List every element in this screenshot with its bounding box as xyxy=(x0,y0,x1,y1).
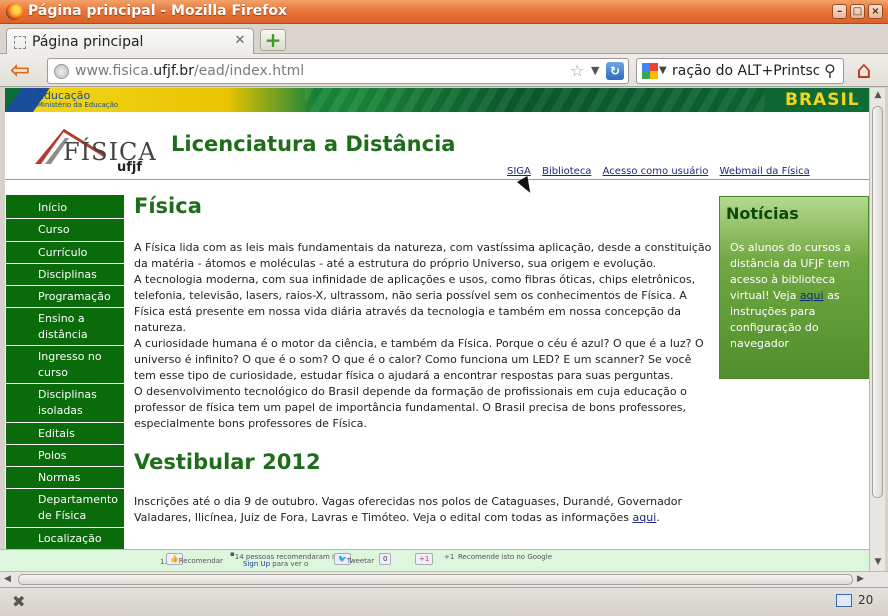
government-bar: Educação Ministério da Educação BRASIL xyxy=(5,88,869,112)
logo-ufjf-text: ufjf xyxy=(117,160,143,175)
search-input[interactable]: ração do ALT+Printscr xyxy=(672,63,826,79)
fisica-paragraph-2: A tecnologia moderna, com sua infinidade… xyxy=(134,273,696,334)
minimize-button[interactable]: – xyxy=(832,4,847,19)
gov-ministry-label[interactable]: Ministério da Educação xyxy=(37,101,118,109)
link-acesso-usuario[interactable]: Acesso como usuário xyxy=(603,166,709,177)
section-title-fisica: Física xyxy=(134,194,202,218)
fisica-paragraph-1: A Física lida com as leis mais fundament… xyxy=(134,241,712,270)
navigation-toolbar: ⇦ www.fisica.ufjf.br/ead/index.html ☆ ▼ … xyxy=(0,54,888,87)
url-history-dropdown-icon[interactable]: ▼ xyxy=(591,64,599,77)
facebook-signup-link[interactable]: Sign Up xyxy=(243,560,270,568)
sidebar-item-departamento[interactable]: Departamento de Física xyxy=(6,489,124,528)
new-tab-button[interactable]: + xyxy=(260,29,286,51)
mail-count: 20 xyxy=(858,593,874,607)
tweet-count: 0 xyxy=(379,553,392,565)
scroll-down-arrow-icon[interactable]: ▼ xyxy=(872,557,884,569)
facebook-signup-line: Sign Up para ver o xyxy=(243,560,309,568)
scroll-up-arrow-icon[interactable]: ▲ xyxy=(872,90,884,102)
facebook-recommend-button[interactable]: 👍 Recomendar xyxy=(166,553,223,565)
fisica-paragraph-3: A curiosidade humana é o motor da ciênci… xyxy=(134,337,704,382)
url-text[interactable]: www.fisica.ufjf.br/ead/index.html xyxy=(75,63,304,79)
window-title: Página principal - Mozilla Firefox xyxy=(28,3,287,19)
fisica-ufjf-logo[interactable]: FÍSICA ufjf xyxy=(25,116,157,176)
sidebar-item-curriculo[interactable]: Currículo xyxy=(6,242,124,264)
site-identity-icon[interactable] xyxy=(54,64,69,79)
search-icon[interactable]: ⚲ xyxy=(819,60,841,82)
sidebar-item-curso[interactable]: Curso xyxy=(6,219,124,242)
sidebar-item-inicio[interactable]: Início xyxy=(6,197,124,219)
mail-icon[interactable] xyxy=(836,594,852,607)
header-links: SIGA Biblioteca Acesso como usuário Webm… xyxy=(507,166,818,177)
news-body: Os alunos do cursos a distância da UFJF … xyxy=(730,241,851,350)
close-window-button[interactable]: × xyxy=(868,4,883,19)
tab-label: Página principal xyxy=(32,34,144,50)
sidebar-item-ensino-distancia[interactable]: Ensino a distância xyxy=(6,308,124,346)
vestibular-aqui-link[interactable]: aqui xyxy=(633,511,657,524)
page-favicon-icon xyxy=(14,36,26,49)
close-tab-icon[interactable]: ✕ xyxy=(233,34,247,48)
horizontal-scrollbar[interactable]: ◀ ▶ xyxy=(0,571,888,587)
google-recommend-label: Recomende isto no Google xyxy=(458,553,552,561)
scroll-left-arrow-icon[interactable]: ◀ xyxy=(4,574,11,584)
sidebar-item-localizacao[interactable]: Localização xyxy=(6,528,124,549)
scroll-right-arrow-icon[interactable]: ▶ xyxy=(857,574,864,584)
google-plus-one-button[interactable]: +1 xyxy=(415,553,434,565)
sidebar-item-normas[interactable]: Normas xyxy=(6,467,124,489)
news-box: Notícias Os alunos do cursos a distância… xyxy=(719,196,869,379)
sidebar-item-polos[interactable]: Polos xyxy=(6,445,124,467)
sidebar-item-programacao[interactable]: Programação xyxy=(6,286,124,308)
news-aqui-link[interactable]: aqui xyxy=(800,289,824,302)
sidebar-item-ingresso[interactable]: Ingresso no curso xyxy=(6,346,124,384)
brasil-logo[interactable]: BRASIL xyxy=(785,90,860,110)
site-header: FÍSICA ufjf Licenciatura a Distância SIG… xyxy=(5,112,869,180)
sidebar-item-disciplinas-isoladas[interactable]: Disciplinas isoladas xyxy=(6,384,124,423)
bookmark-star-icon[interactable]: ☆ xyxy=(570,61,584,80)
sidebar-item-disciplinas[interactable]: Disciplinas xyxy=(6,264,124,286)
news-title: Notícias xyxy=(726,204,799,223)
search-bar[interactable]: ▼ ração do ALT+Printscr ⚲ xyxy=(636,58,844,84)
tweet-button[interactable]: 🐦 Tweetar xyxy=(334,553,374,565)
maximize-button[interactable]: □ xyxy=(850,4,865,19)
link-webmail[interactable]: Webmail da Física xyxy=(720,166,810,177)
fisica-text-block: A Física lida com as leis mais fundament… xyxy=(134,240,716,432)
reload-icon[interactable]: ↻ xyxy=(606,62,624,80)
fisica-paragraph-4: O desenvolvimento tecnológico do Brasil … xyxy=(134,385,687,430)
status-bar: ✖ 20 xyxy=(0,587,888,616)
back-arrow-icon[interactable]: ⇦ xyxy=(10,58,38,84)
firefox-icon xyxy=(6,3,23,20)
section-title-vestibular: Vestibular 2012 xyxy=(134,450,321,474)
google-icon[interactable] xyxy=(642,63,658,79)
search-engine-dropdown-icon[interactable]: ▼ xyxy=(659,65,667,76)
vertical-scroll-thumb[interactable] xyxy=(872,106,883,498)
tab-pagina-principal[interactable]: Página principal ✕ xyxy=(6,28,254,55)
url-bar[interactable]: www.fisica.ufjf.br/ead/index.html ☆ ▼ ↻ xyxy=(47,58,629,84)
google-plus-one-count: +1 xyxy=(444,553,455,561)
home-icon[interactable]: ⌂ xyxy=(850,57,878,83)
logo-fisica-text: FÍSICA xyxy=(63,138,157,166)
vestibular-paragraph: Inscrições até o dia 9 de outubro. Vagas… xyxy=(134,495,683,524)
site-title: Licenciatura a Distância xyxy=(171,132,456,156)
social-share-bar: 1. 👍 Recomendar ▪ 14 pessoas recomendara… xyxy=(0,549,869,571)
sidebar-item-editais[interactable]: Editais xyxy=(6,423,124,445)
horizontal-scroll-thumb[interactable] xyxy=(18,574,853,585)
sidebar-menu: Início Curso Currículo Disciplinas Progr… xyxy=(6,195,124,549)
tab-strip: Página principal ✕ + xyxy=(0,24,888,55)
close-status-icon[interactable]: ✖ xyxy=(12,592,25,611)
vertical-scrollbar[interactable]: ▲ ▼ xyxy=(869,88,885,571)
facebook-recommend-count: ▪ 14 pessoas recomendaram isso. xyxy=(230,550,348,561)
page-viewport: Educação Ministério da Educação BRASIL F… xyxy=(5,88,869,549)
gov-bar-stripes xyxy=(305,88,765,112)
window-titlebar: Página principal - Mozilla Firefox – □ × xyxy=(0,0,888,24)
link-biblioteca[interactable]: Biblioteca xyxy=(542,166,591,177)
